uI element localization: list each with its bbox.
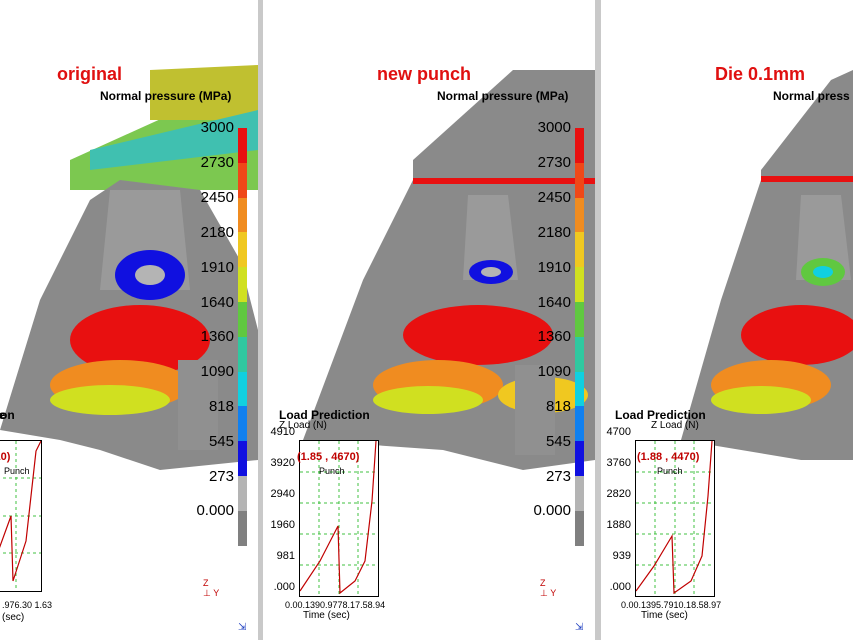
y-tick: 1880 [606,519,631,531]
punch-label: Punch [657,466,683,476]
scale-swatch [238,232,247,268]
y-tick: 4700 [606,426,631,438]
scale-swatch [575,301,584,337]
scale-swatch [575,371,584,407]
scale-tick: 2450 [200,189,234,206]
scale-tick: 1640 [537,294,571,311]
scale-swatch [238,267,247,302]
scale-tick: 0.000 [196,502,234,519]
scale-tick: 1360 [537,328,571,345]
axes-triad-icon: Z ⊥ Y [540,578,557,598]
scale-swatch [575,197,584,233]
x-axis-label: (sec) [2,612,25,623]
scale-tick: 2730 [537,154,571,171]
punch-label: Punch [4,466,30,476]
y-tick: 981 [276,550,295,562]
scale-tick: 2180 [537,224,571,241]
scale-tick: 2180 [200,224,234,241]
scale-tick: 3000 [537,119,571,136]
scale-swatch [575,128,584,163]
scale-swatch [238,475,247,511]
scale-swatch [238,371,247,407]
viewport-original[interactable]: original Normal pressure (MPa) 3000 2730… [0,0,258,640]
scale-tick: 0.000 [533,502,571,519]
x-ticks: .976.30 1.63 [2,600,53,610]
load-plot[interactable] [635,440,715,597]
color-scale [238,128,247,546]
scale-tick: 1090 [537,363,571,380]
panel-title: original [57,64,123,84]
scale-swatch [238,510,247,546]
legend-title: Normal press [773,89,850,103]
view-cube-icon[interactable]: ⇲ [575,622,583,633]
load-prediction-title-clipped: Load Prediction [0,408,15,422]
scale-tick: 1910 [537,259,571,276]
y-tick: 3760 [606,457,631,469]
panel-title: new punch [377,64,471,84]
scale-tick: 1640 [200,294,234,311]
y-tick: 1960 [270,519,295,531]
axes-triad-icon: Z ⊥ Y [203,578,220,598]
scale-tick: 1360 [200,328,234,345]
load-plot-grid [636,441,714,596]
y-tick: 3920 [270,457,295,469]
scale-tick: 545 [208,433,234,450]
scale-swatch [238,336,247,372]
scale-tick: 273 [545,468,571,485]
scale-tick: 273 [208,468,234,485]
load-plot-grid [0,441,41,591]
y-tick: 4910 [270,426,295,438]
y-tick: .000 [609,581,631,593]
x-ticks: 0.00.1390.9778.17.58.94 [285,600,386,610]
view-cube-icon[interactable]: ⇲ [238,622,246,633]
legend-title: Normal pressure (MPa) [437,89,569,103]
viewport-die[interactable]: Die 0.1mm Normal press Load Prediction Z… [601,0,853,640]
scale-tick: 3000 [200,119,234,136]
scale-swatch [575,406,584,442]
scale-swatch [238,406,247,442]
scale-swatch [575,510,584,546]
scale-swatch [575,232,584,268]
scale-tick: 818 [208,398,234,415]
load-readout: (1.88 , 4470) [637,451,700,463]
y-tick: 939 [612,550,631,562]
scale-swatch [238,162,247,198]
punch-label: Punch [319,466,345,476]
viewport-new-punch[interactable]: new punch Normal pressure (MPa) 3000 273… [263,0,595,640]
color-scale [575,128,584,546]
x-axis-label: Time (sec) [641,610,688,621]
scale-swatch [238,441,247,476]
x-axis-label: Time (sec) [303,610,350,621]
load-plot-grid [300,441,378,596]
scale-tick: 545 [545,433,571,450]
scale-swatch [575,441,584,476]
scale-tick: 1090 [200,363,234,380]
scale-swatch [575,267,584,302]
scale-tick: 1910 [200,259,234,276]
scale-tick: 818 [545,398,571,415]
scale-tick: 2450 [537,189,571,206]
scale-swatch [238,301,247,337]
scale-swatch [575,336,584,372]
load-readout: (1.85 , 4670) [297,451,360,463]
y-tick: .000 [273,581,295,593]
panel-title: Die 0.1mm [715,64,806,84]
scale-swatch [575,162,584,198]
scale-swatch [238,197,247,233]
scale-swatch [575,475,584,511]
y-tick: 2940 [270,488,295,500]
scale-tick: 2730 [200,154,234,171]
x-ticks: 0.00.1395.7910.18.58.97 [621,600,722,610]
load-readout: (1.85 , 6410) [0,451,11,463]
z-load-label: Z Load (N) [651,420,699,431]
y-tick: 2820 [606,488,631,500]
legend-title: Normal pressure (MPa) [100,89,232,103]
scale-swatch [238,128,247,163]
load-plot[interactable] [299,440,379,597]
